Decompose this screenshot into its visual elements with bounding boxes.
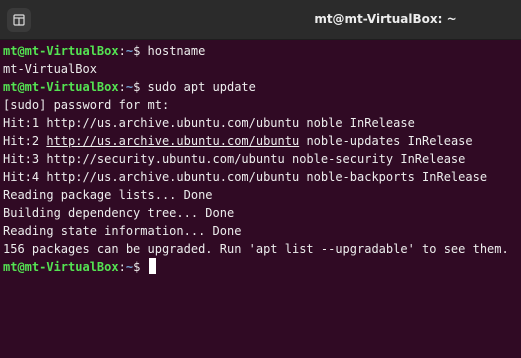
prompt-symbol: $ [133,80,148,94]
output-line: mt-VirtualBox [3,60,521,78]
output-text: mt-VirtualBox [3,62,97,76]
output-text: 156 packages can be upgraded. Run 'apt l… [3,242,509,256]
title-bar: mt@mt-VirtualBox: ~ [0,0,521,40]
current-prompt-line: mt@mt-VirtualBox:~$ [3,258,521,276]
output-text: Reading state information... Done [3,224,242,238]
new-tab-button[interactable] [7,8,31,32]
prompt-path: ~ [125,260,134,274]
command-text: sudo apt update [147,80,256,94]
terminal-window: mt@mt-VirtualBox: ~ mt@mt-VirtualBox:~$ … [0,0,521,358]
output-text: Hit:4 http://us.archive.ubuntu.com/ubunt… [3,170,488,184]
prompt-user-host: mt@mt-VirtualBox [3,44,119,58]
terminal-output[interactable]: mt@mt-VirtualBox:~$ hostname mt-VirtualBo… [0,40,521,358]
prompt-separator: : [118,80,126,94]
output-line: Hit:1 http://us.archive.ubuntu.com/ubunt… [3,114,521,132]
prompt-user-host: mt@mt-VirtualBox [3,80,119,94]
output-line: [sudo] password for mt: [3,96,521,114]
window-title: mt@mt-VirtualBox: ~ [314,12,457,26]
command-text: hostname [147,44,206,58]
output-line: Reading state information... Done [3,222,521,240]
output-text: Hit:3 http://security.ubuntu.com/ubuntu … [3,152,466,166]
output-line: 156 packages can be upgraded. Run 'apt l… [3,240,521,258]
prompt-path: ~ [125,80,134,94]
output-text: [sudo] password for mt: [3,98,170,112]
prompt-line: mt@mt-VirtualBox:~$ hostname [3,42,521,60]
output-line: Hit:3 http://security.ubuntu.com/ubuntu … [3,150,521,168]
prompt-path: ~ [125,44,134,58]
output-text: Reading package lists... Done [3,188,213,202]
new-tab-icon [13,14,25,26]
prompt-separator: : [118,260,126,274]
output-link[interactable]: http://us.archive.ubuntu.com/ubuntu [46,134,299,148]
prompt-separator: : [118,44,126,58]
prompt-user-host: mt@mt-VirtualBox [3,260,119,274]
output-text: Hit:2 [3,134,47,148]
output-line: Reading package lists... Done [3,186,521,204]
output-line: Hit:2 http://us.archive.ubuntu.com/ubunt… [3,132,521,150]
output-line: Building dependency tree... Done [3,204,521,222]
prompt-symbol: $ [133,44,148,58]
output-text: Hit:1 http://us.archive.ubuntu.com/ubunt… [3,116,415,130]
prompt-line: mt@mt-VirtualBox:~$ sudo apt update [3,78,521,96]
output-text: noble-updates InRelease [299,134,473,148]
text-cursor [148,258,156,274]
output-text: Building dependency tree... Done [3,206,235,220]
output-line: Hit:4 http://us.archive.ubuntu.com/ubunt… [3,168,521,186]
prompt-symbol: $ [133,260,148,274]
